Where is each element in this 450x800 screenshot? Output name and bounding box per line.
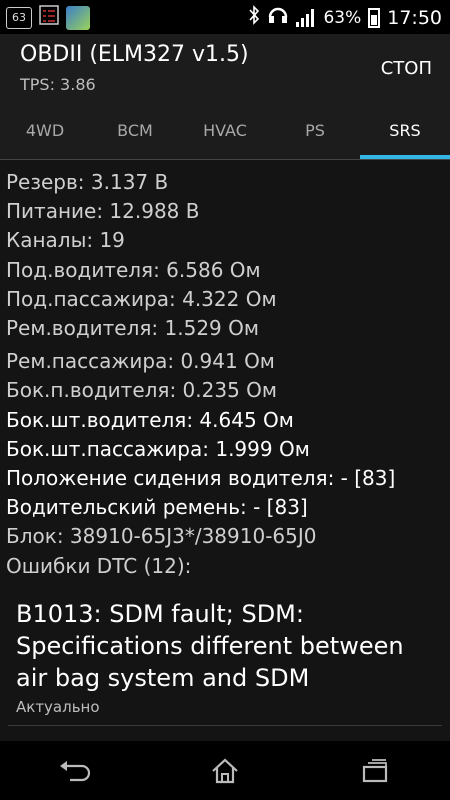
tab-srs[interactable]: SRS [360, 102, 450, 159]
reading-module-id: Блок: 38910-65J3*/38910-65J0 [6, 524, 317, 549]
reading-driver-belt-status: Водительский ремень: - [83] [6, 495, 308, 520]
recent-apps-icon[interactable] [345, 751, 405, 791]
status-bar: 63 63% 17:50 [0, 0, 450, 34]
back-icon[interactable] [45, 751, 105, 791]
tps-readout: TPS: 3.86 [20, 75, 96, 94]
tab-divider [0, 159, 450, 160]
reading-channels: Каналы: 19 [6, 228, 125, 253]
reading-supply: Питание: 12.988 В [6, 199, 200, 224]
notification-63-icon: 63 [6, 6, 32, 29]
app-title: OBDII (ELM327 v1.5) [20, 42, 249, 67]
home-icon[interactable] [195, 751, 255, 791]
reading-driver-side-airbag: Бок.п.водителя: 0.235 Ом [6, 378, 277, 403]
reading-passenger-airbag: Под.пассажира: 4.322 Ом [6, 286, 277, 311]
dtc-list-item[interactable]: B1013: SDM fault; SDM: Specifications di… [0, 598, 450, 716]
clock: 17:50 [387, 6, 442, 29]
reading-driver-belt: Рем.водителя: 1.529 Ом [6, 316, 259, 341]
tab-bcm[interactable]: BCM [90, 102, 180, 159]
app-icon [66, 5, 90, 30]
app-bar: OBDII (ELM327 v1.5) TPS: 3.86 СТОП [0, 34, 450, 102]
reading-passenger-belt: Рем.пассажира: 0.941 Ом [6, 349, 275, 374]
tab-hvac[interactable]: HVAC [180, 102, 270, 159]
dtc-count: Ошибки DTC (12): [6, 553, 192, 578]
reading-driver-curtain: Бок.шт.водителя: 4.645 Ом [6, 407, 294, 432]
battery-icon [368, 7, 381, 28]
navigation-bar [0, 741, 450, 800]
tab-ps[interactable]: PS [270, 102, 360, 159]
checklist-icon [38, 4, 60, 31]
reading-reserve: Резерв: 3.137 В [6, 170, 169, 194]
reading-passenger-curtain: Бок.шт.пассажира: 1.999 Ом [6, 436, 310, 461]
reading-driver-seat-position: Положение сидения водителя: - [83] [6, 466, 396, 491]
headset-icon [267, 5, 289, 30]
reading-driver-airbag: Под.водителя: 6.586 Ом [6, 257, 261, 282]
srs-readings: Резерв: 3.137 В Питание: 12.988 В Каналы… [0, 168, 450, 581]
dtc-status: Актуально [16, 698, 100, 716]
battery-percent: 63% [323, 7, 362, 28]
list-divider [8, 725, 442, 726]
bluetooth-icon [248, 5, 260, 30]
dtc-description: B1013: SDM fault; SDM: Specifications di… [16, 600, 404, 692]
tab-bar: 4WD BCM HVAC PS SRS [0, 102, 450, 159]
stop-button[interactable]: СТОП [377, 54, 436, 83]
signal-icon [296, 8, 316, 27]
tab-4wd[interactable]: 4WD [0, 102, 90, 159]
